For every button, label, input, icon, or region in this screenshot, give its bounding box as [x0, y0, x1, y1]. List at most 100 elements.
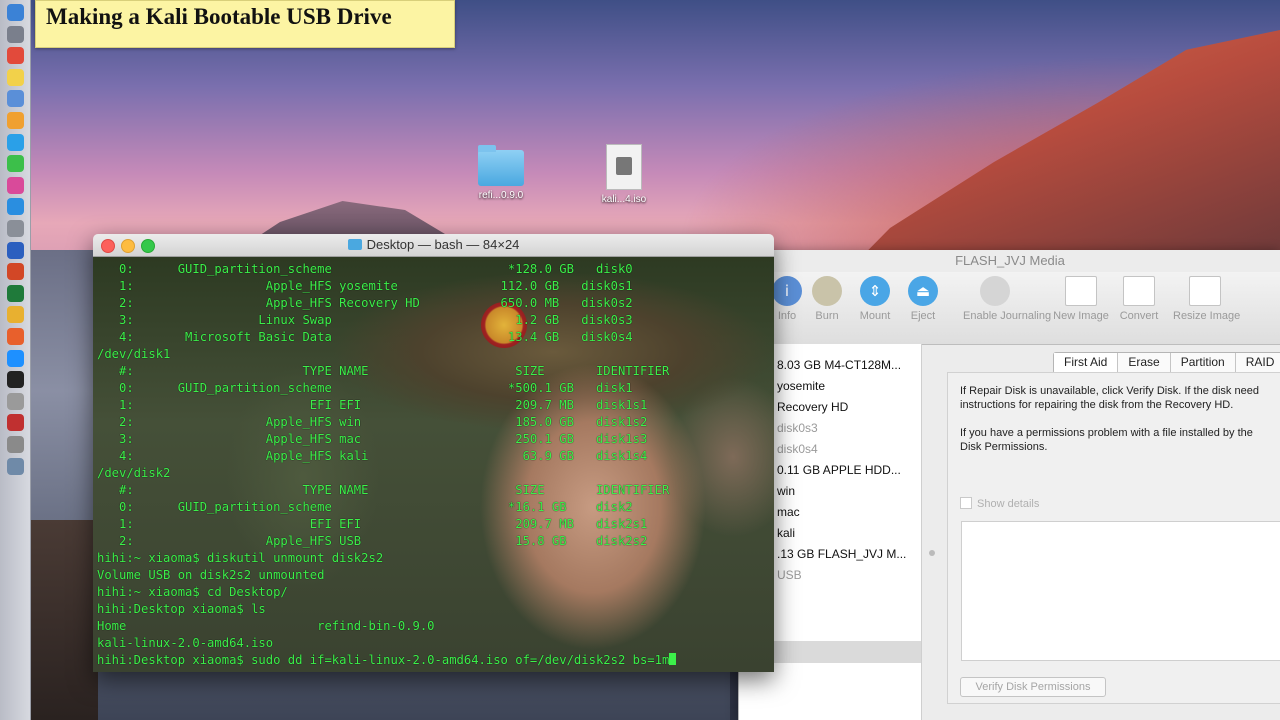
terminal-line: 1: EFI EFI 209.7 MB disk1s1 — [97, 398, 648, 412]
excel-icon[interactable] — [7, 284, 24, 302]
disk-utility-title: FLASH_JVJ Media — [955, 253, 1065, 268]
first-aid-panel: If Repair Disk is unavailable, click Ver… — [947, 372, 1280, 704]
disk-utility-window: FLASH_JVJ Media i Info Burn ⇕ Mount ⏏ Eject Ena… — [738, 250, 1280, 720]
mount-icon: ⇕ — [860, 276, 890, 306]
photos-icon[interactable] — [7, 112, 24, 129]
toolbar-label: Eject — [910, 310, 936, 322]
sidebar-item[interactable]: kali — [777, 526, 795, 540]
safari-icon[interactable] — [7, 349, 24, 367]
verify-disk-permissions-button[interactable]: Verify Disk Permissions — [960, 677, 1106, 697]
terminal-icon[interactable] — [7, 371, 24, 389]
eject-icon: ⏏ — [908, 276, 938, 306]
terminal-content[interactable]: 0: GUID_partition_scheme *128.0 GB disk0… — [93, 257, 774, 672]
details-box — [961, 521, 1280, 661]
desktop-folder-refind[interactable]: refi...0.9.0 — [456, 145, 546, 201]
splitter-handle[interactable] — [929, 550, 935, 556]
powerpoint-icon[interactable] — [7, 263, 24, 281]
system-preferences-icon[interactable] — [7, 220, 24, 237]
sidebar-item[interactable]: disk0s3 — [777, 421, 818, 435]
tab-erase[interactable]: Erase — [1118, 353, 1171, 373]
sidebar-item[interactable]: yosemite — [777, 379, 825, 393]
word-icon[interactable] — [7, 241, 24, 259]
facetime-icon[interactable] — [7, 155, 24, 173]
minimize-button[interactable] — [121, 239, 135, 253]
resize-image-button[interactable]: Resize Image — [1173, 276, 1241, 322]
toolbar-label: Resize Image — [1173, 310, 1241, 322]
sidebar-item[interactable]: disk0s4 — [777, 442, 818, 456]
terminal-line: #: TYPE NAME SIZE IDENTIFIER — [97, 364, 670, 378]
launchpad-icon[interactable] — [7, 25, 24, 43]
calendar-icon[interactable] — [7, 47, 24, 65]
sidebar-item[interactable]: Recovery HD — [777, 400, 848, 414]
firefox-icon[interactable] — [7, 328, 24, 345]
convert-button[interactable]: Convert — [1107, 276, 1171, 322]
terminal-line: 4: Microsoft Basic Data 13.4 GB disk0s4 — [97, 330, 633, 344]
desktop-file-kali-iso[interactable]: kali...4.iso — [579, 144, 669, 205]
sidebar-item[interactable]: .13 GB FLASH_JVJ M... — [777, 547, 906, 561]
terminal-line: 0: GUID_partition_scheme *500.1 GB disk1 — [97, 381, 633, 395]
tab-raid[interactable]: RAID — [1236, 353, 1280, 373]
itunes-icon[interactable] — [7, 176, 24, 194]
terminal-line: Home refind-bin-0.9.0 — [97, 619, 435, 633]
tab-partition[interactable]: Partition — [1171, 353, 1236, 373]
terminal-line: kali-linux-2.0-amd64.iso — [97, 636, 274, 650]
title-banner: Making a Kali Bootable USB Drive — [35, 0, 455, 48]
tab-first-aid[interactable]: First Aid — [1054, 353, 1119, 373]
burn-icon — [812, 276, 842, 306]
desktop-tree — [28, 520, 98, 720]
terminal-line: 1: EFI EFI 209.7 MB disk2s1 — [97, 517, 648, 531]
preview-icon[interactable] — [7, 90, 24, 108]
terminal-titlebar[interactable]: Desktop — bash — 84×24 — [93, 234, 774, 257]
convert-icon — [1123, 276, 1155, 306]
disk-utility-main: First Aid Erase Partition RAID If Repair Di… — [947, 344, 1280, 720]
terminal-line: 4: Apple_HFS kali 63.9 GB disk1s4 — [97, 449, 648, 463]
terminal-line: hihi:~ xiaoma$ cd Desktop/ — [97, 585, 288, 599]
sidebar-item[interactable]: 8.03 GB M4-CT128M... — [777, 358, 901, 372]
zoom-button[interactable] — [141, 239, 155, 253]
help-line-3: If you have a permissions problem with a… — [960, 427, 1253, 439]
new-image-icon — [1065, 276, 1097, 306]
checkbox-icon — [960, 497, 972, 509]
folder-icon — [347, 239, 362, 250]
desktop-folder-label: refi...0.9.0 — [478, 190, 524, 201]
chrome-icon[interactable] — [7, 306, 24, 324]
new-image-button[interactable]: New Image — [1049, 276, 1113, 322]
terminal-title: Desktop — bash — 84×24 — [366, 237, 520, 252]
photo-booth-icon[interactable] — [7, 414, 24, 432]
calculator-icon[interactable] — [7, 392, 24, 410]
sidebar-item[interactable]: mac — [777, 505, 800, 519]
disk-utility-icon[interactable] — [7, 436, 24, 453]
sidebar-item[interactable]: win — [777, 484, 795, 498]
app-store-icon[interactable] — [7, 198, 24, 216]
help-line-1: If Repair Disk is unavailable, click Ver… — [960, 385, 1259, 397]
desktop-file-label: kali...4.iso — [601, 194, 647, 205]
dock — [0, 0, 31, 720]
close-button[interactable] — [101, 239, 115, 253]
terminal-window: Desktop — bash — 84×24 0: GUID_partition… — [93, 234, 774, 672]
iso-file-icon — [606, 144, 642, 190]
terminal-line: 0: GUID_partition_scheme *128.0 GB disk0 — [97, 262, 633, 276]
terminal-line: 3: Apple_HFS mac 250.1 GB disk1s3 — [97, 432, 648, 446]
show-details-checkbox[interactable]: Show details — [960, 497, 1039, 510]
finder-icon[interactable] — [7, 4, 24, 21]
terminal-line: hihi:Desktop xiaoma$ sudo dd if=kali-lin… — [97, 653, 670, 667]
sidebar-item[interactable]: 0.11 GB APPLE HDD... — [777, 463, 901, 477]
terminal-line: 0: GUID_partition_scheme *16.1 GB disk2 — [97, 500, 633, 514]
text-cursor — [669, 653, 677, 665]
toolbar-label: New Image — [1053, 310, 1109, 322]
messages-icon[interactable] — [7, 133, 24, 151]
tab-bar: First Aid Erase Partition RAID — [1053, 352, 1280, 374]
enable-journaling-button[interactable]: Enable Journaling — [963, 276, 1051, 322]
terminal-line: 2: Apple_HFS Recovery HD 650.0 MB disk0s… — [97, 296, 633, 310]
banner-title: Making a Kali Bootable USB Drive — [46, 4, 392, 29]
trash-icon[interactable] — [7, 457, 24, 475]
terminal-line: Volume USB on disk2s2 unmounted — [97, 568, 325, 582]
terminal-output: 0: GUID_partition_scheme *128.0 GB disk0… — [97, 261, 677, 669]
journaling-icon — [980, 276, 1010, 306]
notes-icon[interactable] — [7, 68, 24, 86]
eject-button[interactable]: ⏏ Eject — [891, 276, 955, 322]
show-details-label: Show details — [977, 498, 1040, 510]
help-line-2: instructions for repairing the disk from… — [960, 399, 1234, 411]
sidebar-item[interactable]: USB — [777, 568, 802, 582]
terminal-line: hihi:~ xiaoma$ diskutil unmount disk2s2 — [97, 551, 384, 565]
